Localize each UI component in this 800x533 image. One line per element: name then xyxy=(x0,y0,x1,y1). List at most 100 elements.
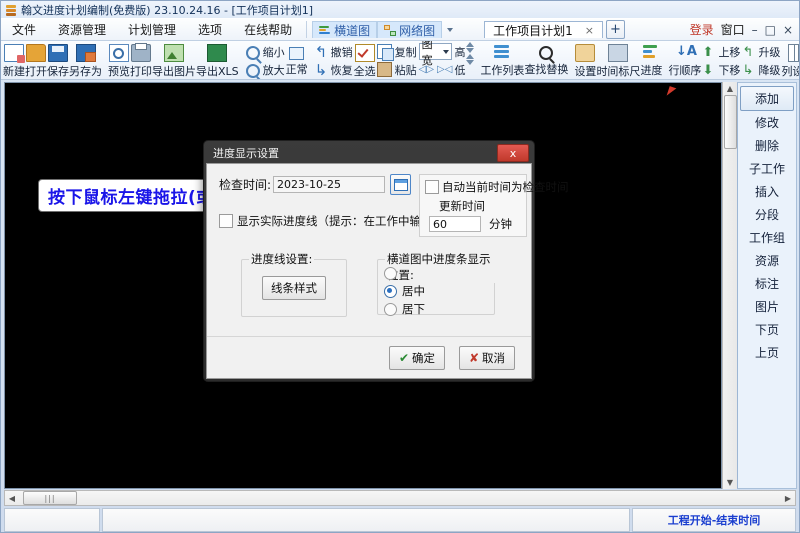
sidebar-item-resource[interactable]: 资源 xyxy=(741,249,793,272)
column-settings-icon xyxy=(788,44,799,62)
column-settings-button[interactable]: 列设置 xyxy=(781,42,799,79)
time-ruler-button[interactable]: 时间标尺 xyxy=(596,42,640,79)
sidebar-item-edit[interactable]: 修改 xyxy=(741,111,793,134)
chart-width-combo[interactable]: 图 宽 xyxy=(419,43,453,60)
bar-position-middle-row[interactable]: 居中 xyxy=(384,283,488,299)
low-label: 低 xyxy=(454,62,465,78)
scroll-right-icon[interactable]: ▶ xyxy=(781,494,795,503)
sidebar-item-split[interactable]: 分段 xyxy=(741,203,793,226)
select-all-button[interactable]: 全选 xyxy=(354,42,376,79)
demote-icon: ↳ xyxy=(742,63,755,76)
settings-button[interactable]: 设置 xyxy=(574,42,596,79)
find-replace-button[interactable]: 查找替换 xyxy=(524,42,568,79)
menu-options[interactable]: 选项 xyxy=(187,18,233,41)
minimize-button[interactable]: – xyxy=(752,23,758,37)
export-image-button[interactable]: 导出图片 xyxy=(152,42,196,79)
document-tab[interactable]: 工作项目计划1 × xyxy=(484,21,603,38)
new-tab-button[interactable]: + xyxy=(606,20,625,39)
show-actual-progress-row[interactable]: 显示实际进度线（提示：在工作中输入完成情况） xyxy=(219,213,411,229)
save-button-label: 保存 xyxy=(47,63,69,79)
export-xls-button[interactable]: 导出XLS xyxy=(196,42,239,79)
close-window-button[interactable]: × xyxy=(783,23,793,37)
bar-position-bottom-row[interactable]: 居下 xyxy=(384,301,488,317)
height-spinner[interactable] xyxy=(466,42,474,79)
move-up-icon: ⬆ xyxy=(702,45,715,58)
preview-button[interactable]: 预览 xyxy=(108,42,130,79)
login-button[interactable]: 登录 xyxy=(690,21,714,38)
copy-icon xyxy=(377,44,392,59)
auto-current-time-row[interactable]: 自动当前时间为检查时间 xyxy=(425,179,521,195)
save-button[interactable]: 保存 xyxy=(47,42,69,79)
progress-button[interactable]: 进度 xyxy=(640,42,662,79)
sidebar-item-prev-page[interactable]: 上页 xyxy=(741,341,793,364)
zoom-out-button[interactable]: 缩小 xyxy=(246,43,285,60)
spinner-down-icon[interactable] xyxy=(466,48,474,53)
horizontal-scrollbar[interactable]: ◀ ||| ▶ xyxy=(4,490,796,506)
sidebar-item-add[interactable]: 添加 xyxy=(740,86,794,111)
spinner-up-icon[interactable] xyxy=(466,42,474,47)
line-style-button[interactable]: 线条样式 xyxy=(262,276,326,300)
tab-gantt-label: 横道图 xyxy=(334,22,370,39)
task-list-button[interactable]: 工作列表 xyxy=(480,42,524,79)
close-icon[interactable]: × xyxy=(585,24,594,37)
print-button[interactable]: 打印 xyxy=(130,42,152,79)
sidebar-item-annotation[interactable]: 标注 xyxy=(741,272,793,295)
chevron-down-icon[interactable] xyxy=(447,28,453,32)
save-as-button[interactable]: 另存为 xyxy=(69,42,102,79)
spinner-up-icon-2[interactable] xyxy=(466,54,474,59)
copy-label: 复制 xyxy=(395,44,417,60)
menu-help[interactable]: 在线帮助 xyxy=(233,18,303,41)
copy-button[interactable]: 复制 xyxy=(377,43,417,60)
promote-button[interactable]: ↰ 升级 xyxy=(742,43,780,60)
redo-button[interactable]: ↳ 恢复 xyxy=(315,61,353,78)
paste-button[interactable]: 粘贴 xyxy=(377,61,417,78)
zoom-cluster: 缩小 放大 xyxy=(245,42,286,79)
undo-button[interactable]: ↰ 撤销 xyxy=(315,43,353,60)
sidebar-item-next-page[interactable]: 下页 xyxy=(741,318,793,341)
row-sort-button[interactable]: ↓A 行顺序 xyxy=(668,42,701,79)
zoom-in-button[interactable]: 放大 xyxy=(246,61,285,78)
demote-button[interactable]: ↳ 降级 xyxy=(742,61,780,78)
move-down-button[interactable]: ⬇ 下移 xyxy=(702,61,740,78)
check-time-input[interactable]: 2023-10-25 xyxy=(273,176,385,193)
menu-resource[interactable]: 资源管理 xyxy=(47,18,117,41)
new-button[interactable]: 新建 xyxy=(3,42,25,79)
scroll-up-icon[interactable]: ▲ xyxy=(727,84,733,93)
vertical-scroll-thumb[interactable] xyxy=(724,95,737,149)
update-time-input[interactable]: 60 xyxy=(429,216,481,232)
calendar-picker-button[interactable] xyxy=(390,174,411,195)
bar-position-bottom-radio[interactable] xyxy=(384,303,397,316)
tab-gantt-chart[interactable]: 横道图 xyxy=(312,21,377,38)
menu-plan[interactable]: 计划管理 xyxy=(117,18,187,41)
open-button[interactable]: 打开 xyxy=(25,42,47,79)
dialog-ok-button[interactable]: ✔ 确定 xyxy=(389,346,445,370)
horizontal-scroll-thumb[interactable]: ||| xyxy=(23,491,77,505)
bar-position-top-radio[interactable] xyxy=(384,267,397,280)
sidebar-item-insert[interactable]: 插入 xyxy=(741,180,793,203)
maximize-button[interactable]: □ xyxy=(765,23,776,37)
scroll-left-icon[interactable]: ◀ xyxy=(5,494,19,503)
sidebar-item-group[interactable]: 工作组 xyxy=(741,226,793,249)
calendar-icon xyxy=(394,179,408,191)
new-document-icon xyxy=(4,44,24,62)
move-up-button[interactable]: ⬆ 上移 xyxy=(702,43,740,60)
nav-right-left-icon[interactable]: ▷◁ xyxy=(437,64,452,75)
normal-view-button[interactable]: 正常 xyxy=(286,42,308,79)
bar-position-middle-radio[interactable] xyxy=(384,285,397,298)
tab-network-diagram[interactable]: 网络图 xyxy=(377,21,442,38)
promote-label: 升级 xyxy=(758,44,780,60)
menu-file[interactable]: 文件 xyxy=(1,18,47,41)
dialog-cancel-button[interactable]: ✘ 取消 xyxy=(459,346,515,370)
scroll-down-icon[interactable]: ▼ xyxy=(727,478,733,487)
spinner-down-icon-2[interactable] xyxy=(466,60,474,65)
sidebar-item-subtask[interactable]: 子工作 xyxy=(741,157,793,180)
sidebar-item-delete[interactable]: 删除 xyxy=(741,134,793,157)
window-menu-button[interactable]: 窗口 xyxy=(721,21,745,38)
sidebar-item-image[interactable]: 图片 xyxy=(741,295,793,318)
show-actual-progress-checkbox[interactable] xyxy=(219,214,233,228)
dialog-close-button[interactable]: x xyxy=(497,144,529,162)
nav-left-right-icon[interactable]: ◁▷ xyxy=(419,64,434,75)
auto-current-time-checkbox[interactable] xyxy=(425,180,439,194)
bar-position-bottom-label: 居下 xyxy=(402,301,425,317)
vertical-scrollbar[interactable]: ▲ ▼ xyxy=(722,82,737,489)
